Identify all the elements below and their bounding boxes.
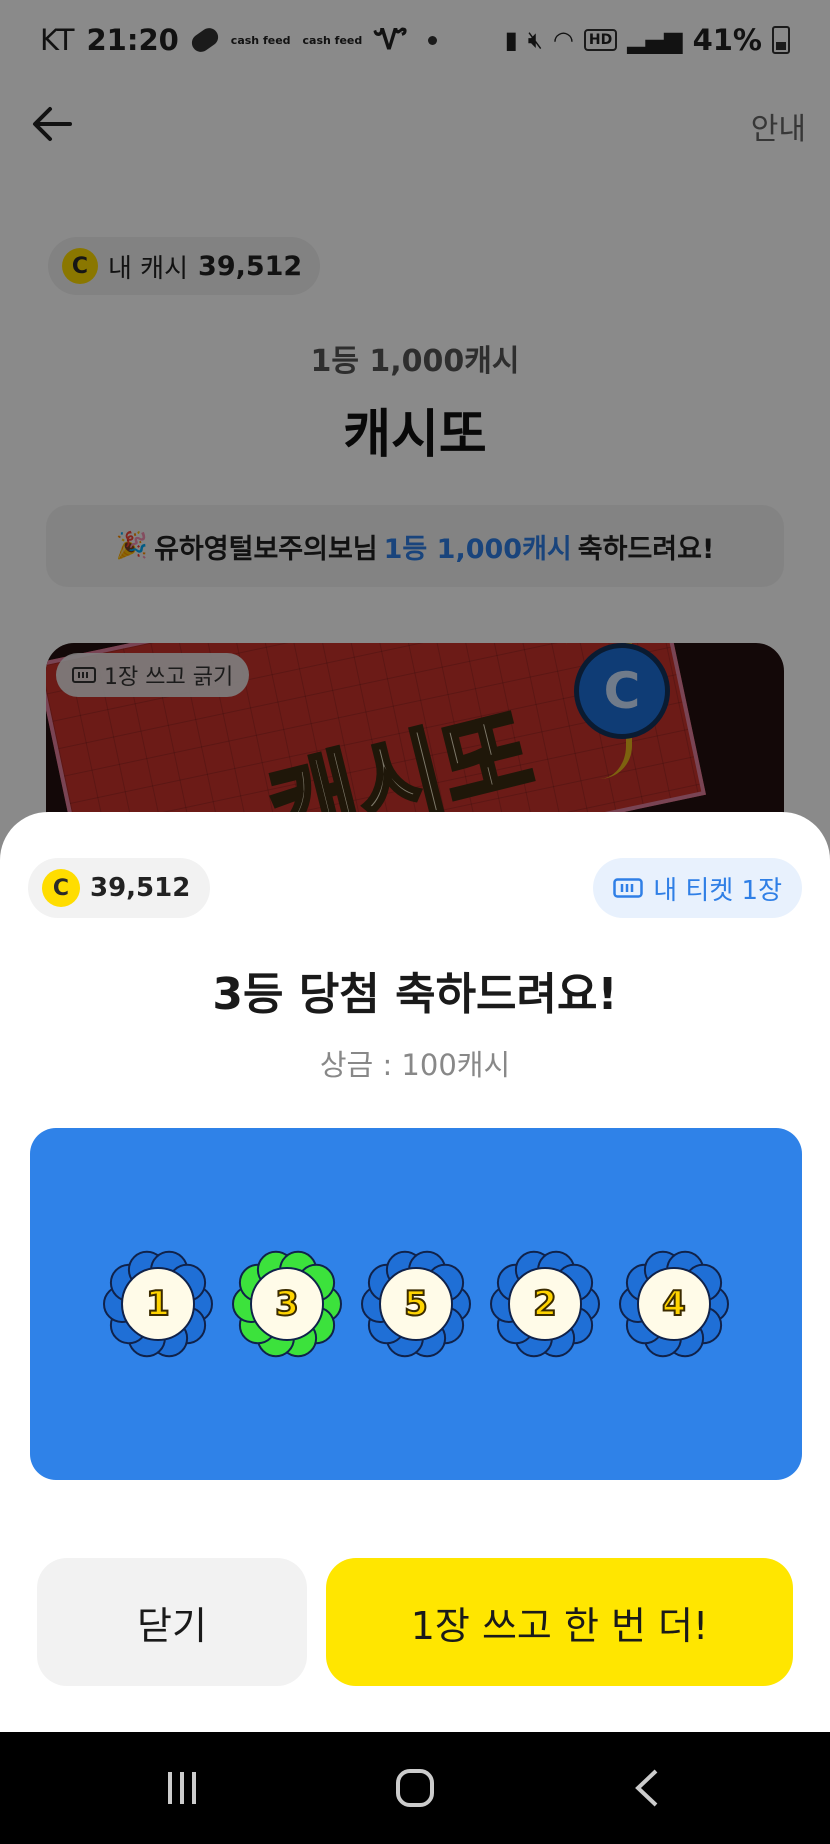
home-icon[interactable] xyxy=(393,1766,437,1810)
number-ball: 1 xyxy=(102,1248,214,1360)
system-back-icon[interactable] xyxy=(626,1766,670,1810)
play-again-button[interactable]: 1장 쓰고 한 번 더! xyxy=(326,1558,793,1686)
number-ball: 3 xyxy=(231,1248,343,1360)
my-ticket-button[interactable]: 내 티켓 1장 xyxy=(593,858,802,918)
recent-apps-icon[interactable] xyxy=(160,1766,204,1810)
my-ticket-label: 내 티켓 1장 xyxy=(653,875,782,906)
prize-amount: 상금 : 100캐시 xyxy=(319,1048,511,1082)
ball-number: 5 xyxy=(403,1283,429,1325)
system-nav-bar xyxy=(0,1732,830,1844)
number-ball: 2 xyxy=(489,1248,601,1360)
coin-icon: C xyxy=(42,869,80,907)
sheet-balance-value: 39,512 xyxy=(90,873,191,903)
ball-number: 2 xyxy=(532,1283,558,1325)
number-ball: 5 xyxy=(360,1248,472,1360)
sheet-balance-chip: C 39,512 xyxy=(28,858,211,918)
ticket-icon xyxy=(613,878,643,898)
result-sheet: C 39,512 내 티켓 1장 3등 당첨 축하드려요! 상금 : 100캐시… xyxy=(0,812,830,1732)
ball-number: 4 xyxy=(661,1283,687,1325)
ball-number: 3 xyxy=(274,1283,300,1325)
number-balls: 1 3 5 2 4 xyxy=(30,1128,802,1480)
winning-numbers-panel: 1 3 5 2 4 xyxy=(30,1128,802,1480)
ball-number: 1 xyxy=(145,1283,171,1325)
close-button[interactable]: 닫기 xyxy=(37,1558,307,1686)
number-ball: 4 xyxy=(618,1248,730,1360)
result-title: 3등 당첨 축하드려요! xyxy=(212,969,618,1020)
